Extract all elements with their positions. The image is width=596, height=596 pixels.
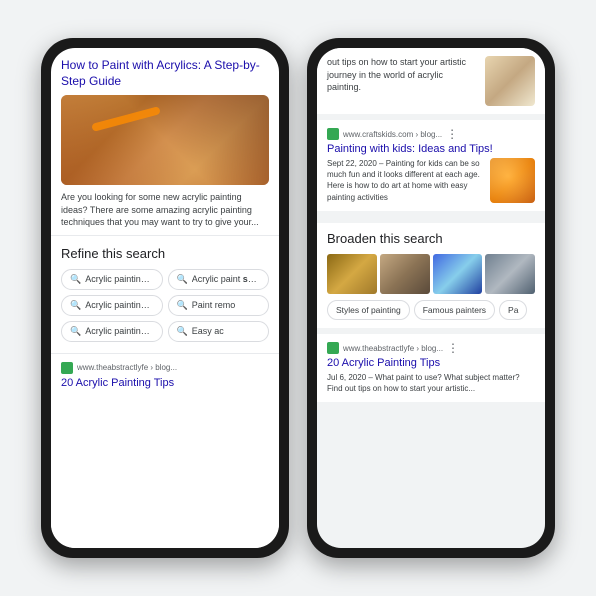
right-card-kids: www.craftskids.com › blog... ⋮ Painting … bbox=[317, 120, 545, 211]
brush-stroke-decoration bbox=[91, 106, 161, 132]
right-bottom-source-line: www.theabstractlyfe › blog... ⋮ bbox=[327, 342, 535, 354]
chip-techniques-text: Acrylic painting techniques bbox=[85, 300, 153, 310]
right-phone: out tips on how to start your artistic j… bbox=[307, 38, 555, 558]
painting-image bbox=[61, 95, 269, 185]
search-icon: 🔍 bbox=[177, 326, 188, 337]
more-options-icon[interactable]: ⋮ bbox=[447, 342, 459, 354]
left-phone: How to Paint with Acrylics: A Step-by-St… bbox=[41, 38, 289, 558]
snippet-thumbnail bbox=[485, 56, 535, 106]
favicon bbox=[327, 128, 339, 140]
right-screen: out tips on how to start your artistic j… bbox=[317, 48, 545, 548]
chip-row-2: 🔍 Acrylic painting techniques 🔍 Paint re… bbox=[61, 295, 269, 316]
chip-sets-text: Acrylic paint sets bbox=[192, 274, 260, 284]
right-source-text: www.craftskids.com › blog... bbox=[343, 130, 442, 139]
right-bottom-title[interactable]: 20 Acrylic Painting Tips bbox=[327, 357, 535, 369]
chip-easy-text: Easy ac bbox=[192, 326, 224, 336]
source-line: www.theabstractlyfe › blog... bbox=[61, 362, 269, 374]
chip-remove-text: Paint remo bbox=[192, 300, 236, 310]
right-date-snippet: Sept 22, 2020 – Painting for kids can be… bbox=[327, 158, 535, 203]
left-bottom-result: www.theabstractlyfe › blog... 20 Acrylic… bbox=[51, 353, 279, 548]
right-bottom-snippet: Jul 6, 2020 – What paint to use? What su… bbox=[327, 372, 535, 394]
broaden-img-4 bbox=[485, 254, 535, 294]
chip-online[interactable]: 🔍 Acrylic painting online courses bbox=[61, 321, 163, 342]
chip-row-3: 🔍 Acrylic painting online courses 🔍 Easy… bbox=[61, 321, 269, 342]
source-text: www.theabstractlyfe › blog... bbox=[77, 363, 177, 372]
broaden-section: Broaden this search Styles of painting F… bbox=[317, 223, 545, 328]
left-screen: How to Paint with Acrylics: A Step-by-St… bbox=[51, 48, 279, 548]
left-result-title[interactable]: How to Paint with Acrylics: A Step-by-St… bbox=[61, 58, 269, 89]
right-top-snippet-card: out tips on how to start your artistic j… bbox=[317, 48, 545, 114]
broaden-img-1 bbox=[327, 254, 377, 294]
search-icon: 🔍 bbox=[70, 300, 81, 311]
broaden-img-2 bbox=[380, 254, 430, 294]
right-source-line: www.craftskids.com › blog... ⋮ bbox=[327, 128, 535, 140]
chip-ideas[interactable]: 🔍 Acrylic painting ideas bbox=[61, 269, 163, 290]
refine-title: Refine this search bbox=[61, 246, 269, 261]
broaden-chip-pa[interactable]: Pa bbox=[499, 300, 527, 320]
broaden-images bbox=[327, 254, 535, 294]
search-icon: 🔍 bbox=[177, 274, 188, 285]
chip-row-1: 🔍 Acrylic painting ideas 🔍 Acrylic paint… bbox=[61, 269, 269, 290]
phones-container: How to Paint with Acrylics: A Step-by-St… bbox=[21, 18, 575, 578]
favicon bbox=[61, 362, 73, 374]
refine-section: Refine this search 🔍 Acrylic painting id… bbox=[51, 236, 279, 353]
broaden-img-3 bbox=[433, 254, 483, 294]
broaden-chip-styles[interactable]: Styles of painting bbox=[327, 300, 410, 320]
right-snippet-text: Sept 22, 2020 – Painting for kids can be… bbox=[327, 158, 484, 203]
broaden-title: Broaden this search bbox=[327, 231, 535, 246]
right-bottom-result: www.theabstractlyfe › blog... ⋮ 20 Acryl… bbox=[317, 334, 545, 402]
chip-easy[interactable]: 🔍 Easy ac bbox=[168, 321, 270, 342]
right-card-title[interactable]: Painting with kids: Ideas and Tips! bbox=[327, 143, 535, 155]
left-top-result: How to Paint with Acrylics: A Step-by-St… bbox=[51, 48, 279, 236]
chip-techniques[interactable]: 🔍 Acrylic painting techniques bbox=[61, 295, 163, 316]
chip-ideas-text: Acrylic painting ideas bbox=[85, 274, 153, 284]
left-result-snippet: Are you looking for some new acrylic pai… bbox=[61, 191, 269, 229]
chip-remove[interactable]: 🔍 Paint remo bbox=[168, 295, 270, 316]
bottom-result-title[interactable]: 20 Acrylic Painting Tips bbox=[61, 377, 269, 389]
right-card-thumbnail bbox=[490, 158, 535, 203]
more-options-icon[interactable]: ⋮ bbox=[446, 128, 458, 140]
search-icon: 🔍 bbox=[70, 326, 81, 337]
broaden-chips-row: Styles of painting Famous painters Pa bbox=[327, 300, 535, 320]
broaden-chip-famous[interactable]: Famous painters bbox=[414, 300, 495, 320]
right-bottom-source: www.theabstractlyfe › blog... bbox=[343, 344, 443, 353]
search-icon: 🔍 bbox=[70, 274, 81, 285]
search-icon: 🔍 bbox=[177, 300, 188, 311]
favicon bbox=[327, 342, 339, 354]
right-top-snippet: out tips on how to start your artistic j… bbox=[327, 56, 477, 94]
chip-online-text: Acrylic painting online courses bbox=[85, 326, 153, 336]
chip-sets[interactable]: 🔍 Acrylic paint sets bbox=[168, 269, 270, 290]
